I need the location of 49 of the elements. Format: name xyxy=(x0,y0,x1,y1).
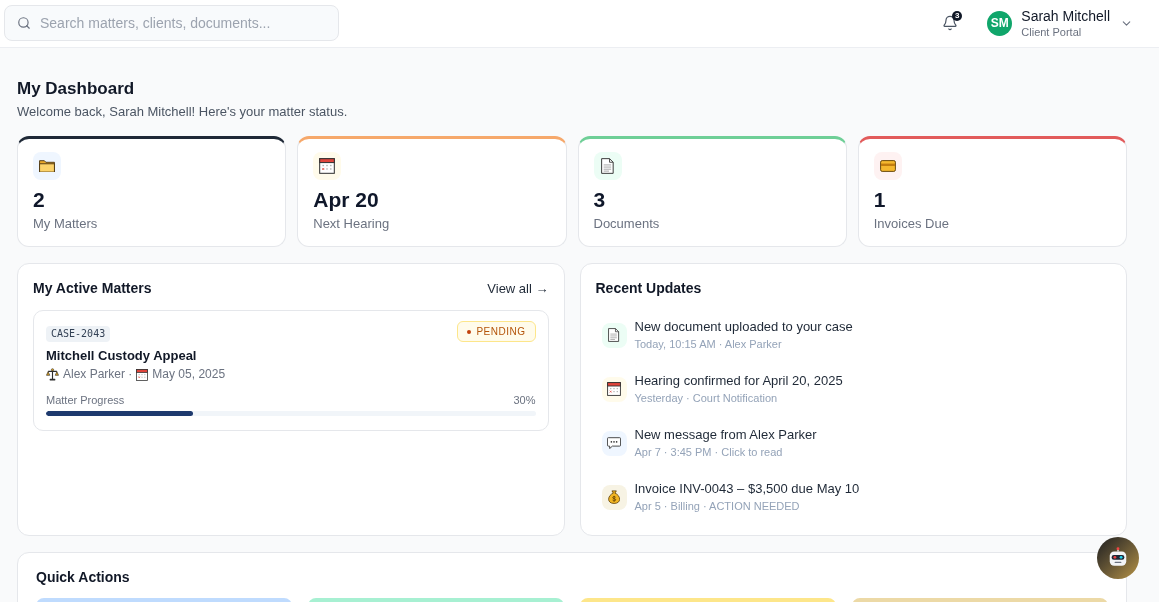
matter-title: Mitchell Custody Appeal xyxy=(46,348,197,364)
notifications-button[interactable]: 3 xyxy=(941,14,960,32)
robot-icon xyxy=(1107,547,1129,569)
folder-icon xyxy=(33,152,61,180)
user-role: Client Portal xyxy=(1021,24,1083,39)
stat-value: 2 xyxy=(33,188,45,212)
panel-title: Recent Updates xyxy=(595,280,702,297)
scales-icon xyxy=(46,368,59,381)
money-bag-icon xyxy=(601,484,627,510)
page-title: My Dashboard xyxy=(17,78,135,99)
stat-label: Invoices Due xyxy=(873,216,949,232)
notification-count: 3 xyxy=(952,11,963,21)
document-icon xyxy=(601,322,627,348)
credit-card-icon xyxy=(873,152,902,180)
update-meta: Yesterday · Court Notification xyxy=(634,391,779,406)
update-meta: Today, 10:15 AM · Alex Parker xyxy=(634,337,783,352)
stat-value: 1 xyxy=(873,188,886,212)
update-meta: Apr 7 · 3:45 PM · Click to read xyxy=(634,445,784,460)
calendar-icon xyxy=(313,152,342,180)
stat-label: Next Hearing xyxy=(313,216,390,232)
search-icon xyxy=(17,16,31,30)
update-text: New document uploaded to your case xyxy=(634,318,853,335)
status-badge: PENDING xyxy=(457,321,536,342)
update-meta: Apr 5 · Billing · ACTION NEEDED xyxy=(634,499,801,514)
lawyer-name: Alex Parker · xyxy=(63,367,133,382)
case-id-tag: CASE-2043 xyxy=(46,326,111,342)
progress-value: 30% xyxy=(513,393,536,407)
panel-title: My Active Matters xyxy=(33,280,152,297)
chat-widget-button[interactable] xyxy=(1097,537,1139,579)
stat-label: Documents xyxy=(593,216,660,232)
view-all-link[interactable]: View all → xyxy=(487,280,549,297)
calendar-icon xyxy=(136,368,149,381)
update-text: New message from Alex Parker xyxy=(634,426,817,443)
update-text: Hearing confirmed for April 20, 2025 xyxy=(634,372,843,389)
stat-value: 3 xyxy=(593,188,606,212)
panel-title: Quick Actions xyxy=(36,569,130,586)
matter-card[interactable]: CASE-2043 PENDING Mitchell Custody Appeal Alex Parker · May 05, 2025 Matter Progress 30% xyxy=(33,310,549,431)
stat-label: My Matters xyxy=(33,216,98,232)
search-field[interactable]: Search matters, clients, documents... xyxy=(4,5,339,41)
calendar-icon xyxy=(601,376,627,402)
stat-value: Apr 20 xyxy=(313,188,379,212)
document-icon xyxy=(593,152,622,180)
chat-bubble-icon xyxy=(601,430,627,456)
update-text: Invoice INV-0043 – $3,500 due May 10 xyxy=(634,480,860,497)
user-name: Sarah Mitchell xyxy=(1021,7,1110,25)
page-subtitle: Welcome back, Sarah Mitchell! Here's your matter status. xyxy=(17,103,348,120)
bell-icon xyxy=(942,15,959,31)
matter-date: May 05, 2025 xyxy=(152,367,226,382)
progress-label: Matter Progress xyxy=(46,393,125,407)
